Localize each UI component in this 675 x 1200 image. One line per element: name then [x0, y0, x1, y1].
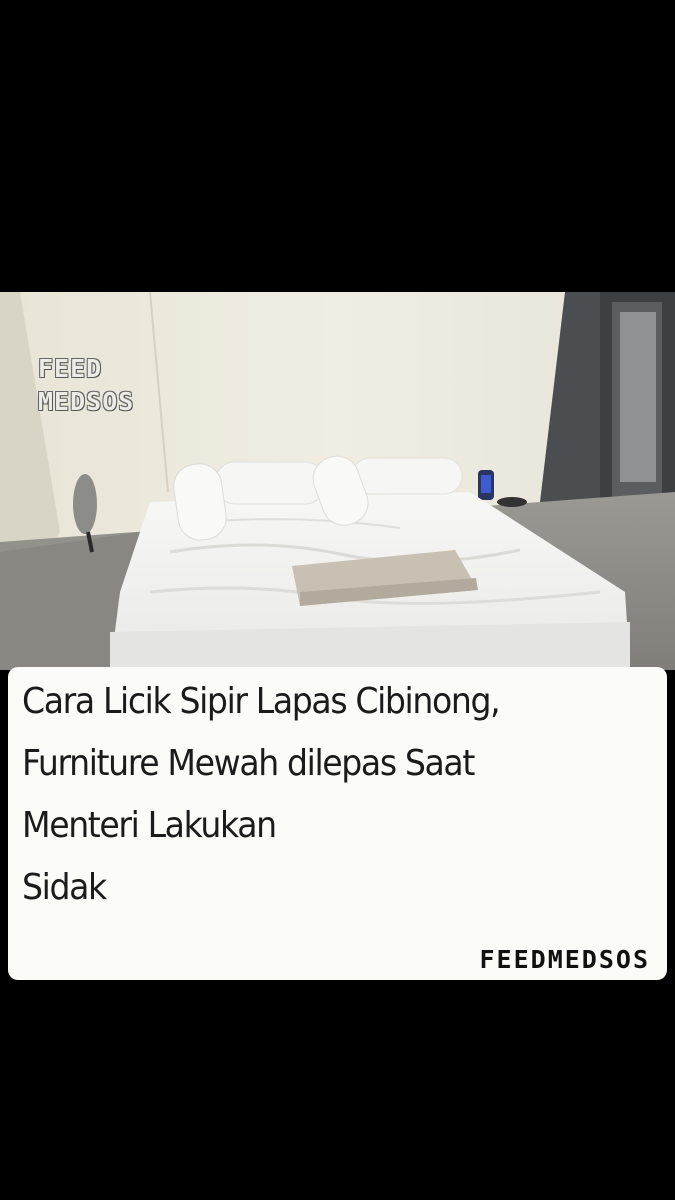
fan [73, 474, 97, 534]
headline-line: Menteri Lakukan [22, 805, 277, 846]
headline-line: Cara Licik Sipir Lapas Cibinong, [22, 681, 501, 722]
pillow-left [214, 461, 326, 505]
bedroom-photo: FEED MEDSOS [0, 292, 675, 670]
bedroom-scene [0, 292, 675, 670]
brand-label: FEEDMEDSOS [479, 945, 650, 974]
watermark-line: FEED [38, 354, 103, 383]
headline: Cara Licik Sipir Lapas Cibinong, Furnitu… [22, 671, 611, 919]
pillow-right [351, 457, 463, 495]
watermark-line: MEDSOS [38, 387, 135, 416]
watermark-feedmedsos: FEED MEDSOS [38, 352, 134, 418]
headline-line: Furniture Mewah dilepas Saat [22, 743, 475, 784]
caption-card: Cara Licik Sipir Lapas Cibinong, Furnitu… [8, 667, 667, 980]
headline-line: Sidak [22, 867, 107, 908]
